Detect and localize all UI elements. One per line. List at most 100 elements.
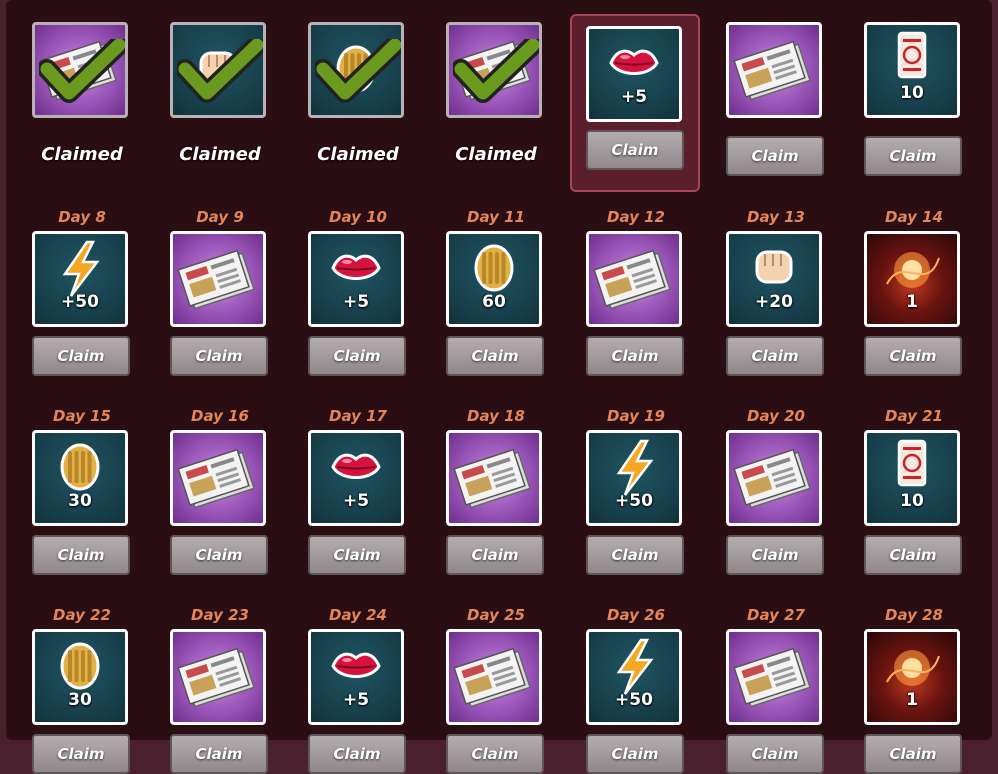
reward-tile[interactable]: 30	[32, 629, 128, 725]
claim-button[interactable]: Claim	[586, 734, 684, 774]
day-label: Day 19	[607, 407, 665, 425]
newspaper-icon	[177, 448, 255, 509]
newspaper-icon	[733, 40, 811, 101]
reward-tile	[308, 22, 404, 118]
reward-tile[interactable]: +20	[726, 231, 822, 327]
reward-amount: +5	[342, 690, 370, 710]
day-label: Day 16	[191, 407, 249, 425]
day-label: Day 23	[191, 606, 249, 624]
newspaper-icon	[453, 448, 531, 509]
checkmark-icon	[39, 39, 125, 103]
reward-tile[interactable]: +5	[586, 26, 682, 122]
reward-tile[interactable]	[170, 231, 266, 327]
claim-button[interactable]: Claim	[586, 130, 684, 170]
daily-rewards-grid: Claimed Claimed Claimed Claimed +5 Claim Claim…	[0, 0, 998, 774]
claim-button[interactable]: Claim	[32, 336, 130, 376]
claimed-label: Claimed	[455, 144, 537, 165]
newspaper-icon	[453, 647, 531, 708]
day-label: Day 13	[747, 208, 805, 226]
claim-button[interactable]: Claim	[170, 535, 268, 575]
reward-tile[interactable]	[586, 231, 682, 327]
reward-tile[interactable]	[446, 629, 542, 725]
day-label: Day 17	[329, 407, 387, 425]
newspaper-icon	[733, 448, 811, 509]
claim-button[interactable]: Claim	[726, 535, 824, 575]
claimed-label: Claimed	[317, 144, 399, 165]
reward-tile[interactable]: 1	[864, 629, 960, 725]
day-label: Day 15	[53, 407, 111, 425]
checkmark-icon	[453, 39, 539, 103]
day-label: Day 12	[607, 208, 665, 226]
reward-tile[interactable]: 1	[864, 231, 960, 327]
reward-tile	[170, 22, 266, 118]
reward-tile[interactable]	[726, 629, 822, 725]
newspaper-icon	[177, 249, 255, 310]
day-label: Day 24	[329, 606, 387, 624]
reward-amount: 10	[900, 83, 924, 103]
reward-tile[interactable]: +50	[32, 231, 128, 327]
reward-tile	[446, 22, 542, 118]
claim-button[interactable]: Claim	[864, 136, 962, 176]
day-label: Day 22	[53, 606, 111, 624]
reward-tile[interactable]: 60	[446, 231, 542, 327]
claim-button[interactable]: Claim	[864, 734, 962, 774]
newspaper-icon	[593, 249, 671, 310]
reward-amount: +5	[620, 87, 648, 107]
claim-button[interactable]: Claim	[586, 535, 684, 575]
reward-amount: 60	[482, 292, 506, 312]
claim-button[interactable]: Claim	[170, 336, 268, 376]
reward-amount: +20	[755, 292, 793, 312]
claimed-label: Claimed	[179, 144, 261, 165]
claim-button[interactable]: Claim	[446, 535, 544, 575]
day-label: Day 11	[467, 208, 525, 226]
reward-amount: +5	[342, 491, 370, 511]
reward-amount: 1	[906, 690, 918, 710]
reward-tile[interactable]	[726, 22, 822, 118]
day-label: Day 27	[747, 606, 805, 624]
claim-button[interactable]: Claim	[32, 535, 130, 575]
claim-button[interactable]: Claim	[864, 535, 962, 575]
reward-tile[interactable]	[170, 629, 266, 725]
checkmark-icon	[315, 39, 401, 103]
reward-amount: 30	[68, 491, 92, 511]
reward-amount: +5	[342, 292, 370, 312]
reward-tile[interactable]	[446, 430, 542, 526]
reward-tile[interactable]: +5	[308, 629, 404, 725]
reward-amount: +50	[61, 292, 99, 312]
reward-amount: 10	[900, 491, 924, 511]
claimed-label: Claimed	[41, 144, 123, 165]
reward-tile[interactable]: +5	[308, 231, 404, 327]
day-label: Day 8	[58, 208, 106, 226]
claim-button[interactable]: Claim	[308, 336, 406, 376]
reward-tile	[32, 22, 128, 118]
claim-button[interactable]: Claim	[726, 136, 824, 176]
day-label: Day 25	[467, 606, 525, 624]
reward-tile[interactable]: 10	[864, 22, 960, 118]
claim-button[interactable]: Claim	[446, 336, 544, 376]
reward-amount: 1	[906, 292, 918, 312]
claim-button[interactable]: Claim	[864, 336, 962, 376]
reward-tile[interactable]: +50	[586, 430, 682, 526]
claim-button[interactable]: Claim	[308, 734, 406, 774]
day-label: Day 28	[885, 606, 943, 624]
claim-button[interactable]: Claim	[170, 734, 268, 774]
reward-tile[interactable]	[170, 430, 266, 526]
claim-button[interactable]: Claim	[32, 734, 130, 774]
reward-tile[interactable]: 10	[864, 430, 960, 526]
claim-button[interactable]: Claim	[726, 734, 824, 774]
reward-amount: 30	[68, 690, 92, 710]
day-label: Day 26	[607, 606, 665, 624]
reward-tile[interactable]: +50	[586, 629, 682, 725]
claim-button[interactable]: Claim	[308, 535, 406, 575]
day-label: Day 21	[885, 407, 943, 425]
reward-tile[interactable]: +5	[308, 430, 404, 526]
reward-tile[interactable]	[726, 430, 822, 526]
day-label: Day 10	[329, 208, 387, 226]
day-label: Day 20	[747, 407, 805, 425]
reward-tile[interactable]: 30	[32, 430, 128, 526]
claim-button[interactable]: Claim	[586, 336, 684, 376]
checkmark-icon	[177, 39, 263, 103]
reward-amount: +50	[615, 491, 653, 511]
claim-button[interactable]: Claim	[446, 734, 544, 774]
claim-button[interactable]: Claim	[726, 336, 824, 376]
